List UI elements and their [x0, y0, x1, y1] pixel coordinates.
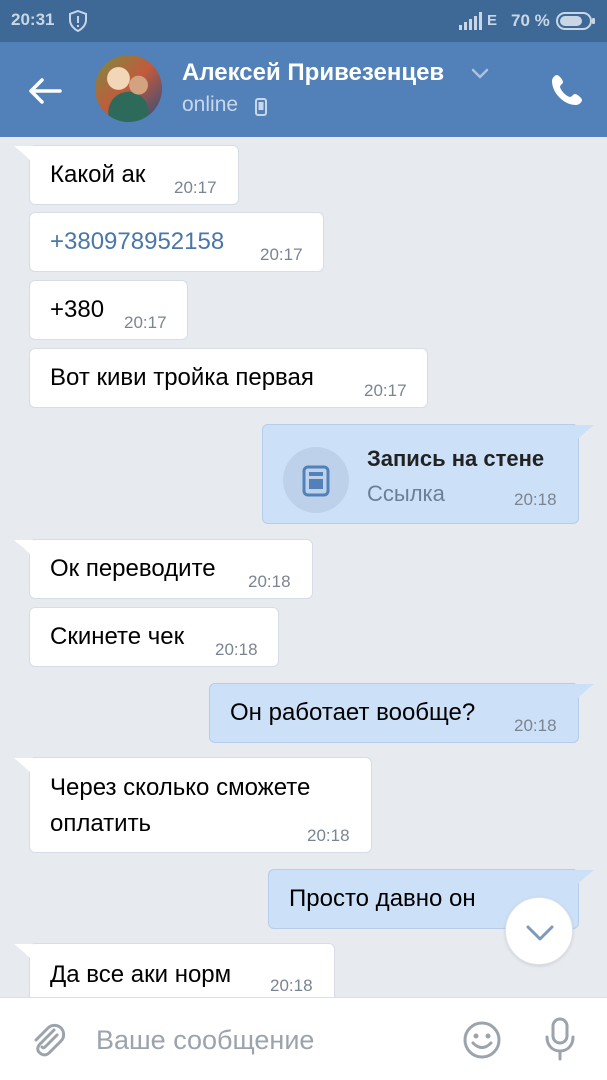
message-text: Скинете чек — [50, 623, 185, 650]
phone-number-link[interactable]: +380978952158 — [50, 225, 224, 259]
message-incoming[interactable]: Да все аки норм 20:18 — [14, 943, 335, 997]
scroll-down-button[interactable] — [505, 897, 573, 965]
bubble-tail — [14, 944, 33, 961]
shield-icon — [69, 10, 87, 32]
document-icon — [283, 447, 349, 513]
status-bar: 20:31 E 70 % — [0, 0, 607, 42]
message-text-line-1: Через сколько сможете — [50, 774, 311, 801]
battery-percent: 70 % — [511, 11, 550, 30]
message-input[interactable] — [96, 1022, 436, 1058]
message-time: 20:18 — [215, 640, 258, 659]
message-time: 20:18 — [248, 572, 291, 591]
message-time: 20:18 — [514, 716, 557, 735]
bubble-tail — [14, 758, 33, 775]
message-text: Он работает вообще? — [230, 699, 476, 726]
smiley-icon[interactable] — [462, 1020, 502, 1060]
message-text: Да все аки норм — [50, 961, 232, 988]
paperclip-icon[interactable] — [28, 1020, 68, 1060]
message-text-line-2: оплатить — [50, 810, 152, 837]
message-time: 20:17 — [364, 381, 407, 400]
battery-icon — [556, 12, 595, 30]
signal-icon — [459, 12, 482, 30]
arrow-left-icon[interactable] — [22, 69, 66, 113]
online-status: online — [182, 93, 239, 116]
bubble-tail — [575, 425, 594, 442]
contact-name[interactable]: Алексей Привезенцев — [182, 59, 444, 87]
message-text: Какой ак — [50, 161, 146, 188]
message-incoming[interactable]: +380978952158 20:17 — [29, 212, 324, 272]
phone-icon[interactable] — [548, 71, 586, 109]
composer-bar — [0, 997, 607, 1080]
message-time: 20:17 — [260, 245, 303, 264]
message-time: 20:17 — [174, 178, 217, 197]
wall-post-subtitle: Ссылка — [367, 481, 445, 506]
message-time: 20:18 — [514, 490, 557, 509]
message-incoming[interactable]: Ок переводите 20:18 — [14, 539, 313, 599]
chevron-down-icon — [526, 925, 554, 941]
message-text: +380 — [50, 296, 105, 323]
message-time: 20:17 — [124, 313, 167, 332]
message-incoming[interactable]: +380 20:17 — [29, 280, 188, 340]
avatar[interactable] — [95, 55, 162, 122]
message-text: Ок переводите — [50, 555, 216, 582]
message-incoming[interactable]: Какой ак 20:17 — [14, 145, 239, 205]
network-type: E — [487, 12, 498, 29]
mobile-device-icon — [255, 98, 267, 116]
bubble-tail — [14, 540, 33, 557]
bubble-tail — [14, 146, 33, 163]
message-time: 20:18 — [270, 976, 313, 995]
chat-header: Алексей Привезенцев online — [0, 42, 607, 137]
message-time: 20:18 — [307, 826, 350, 845]
message-incoming[interactable]: Через сколько сможете оплатить 20:18 — [14, 757, 372, 853]
message-list[interactable]: Какой ак 20:17 +380978952158 20:17 +380 … — [0, 137, 607, 997]
microphone-icon[interactable] — [540, 1016, 580, 1062]
bubble-tail — [575, 684, 594, 701]
message-text: Просто давно он — [289, 885, 476, 912]
message-incoming[interactable]: Вот киви тройка первая 20:17 — [29, 348, 428, 408]
bubble-tail — [575, 870, 594, 887]
message-incoming[interactable]: Скинете чек 20:18 — [29, 607, 279, 667]
status-time: 20:31 — [11, 10, 55, 29]
chevron-down-icon[interactable] — [470, 63, 490, 83]
message-outgoing[interactable]: Он работает вообще? 20:18 — [209, 683, 594, 743]
message-text: Вот киви тройка первая — [50, 364, 314, 391]
wall-post-title: Запись на стене — [367, 446, 545, 471]
wall-post-message[interactable]: Запись на стене Ссылка 20:18 — [262, 424, 594, 524]
